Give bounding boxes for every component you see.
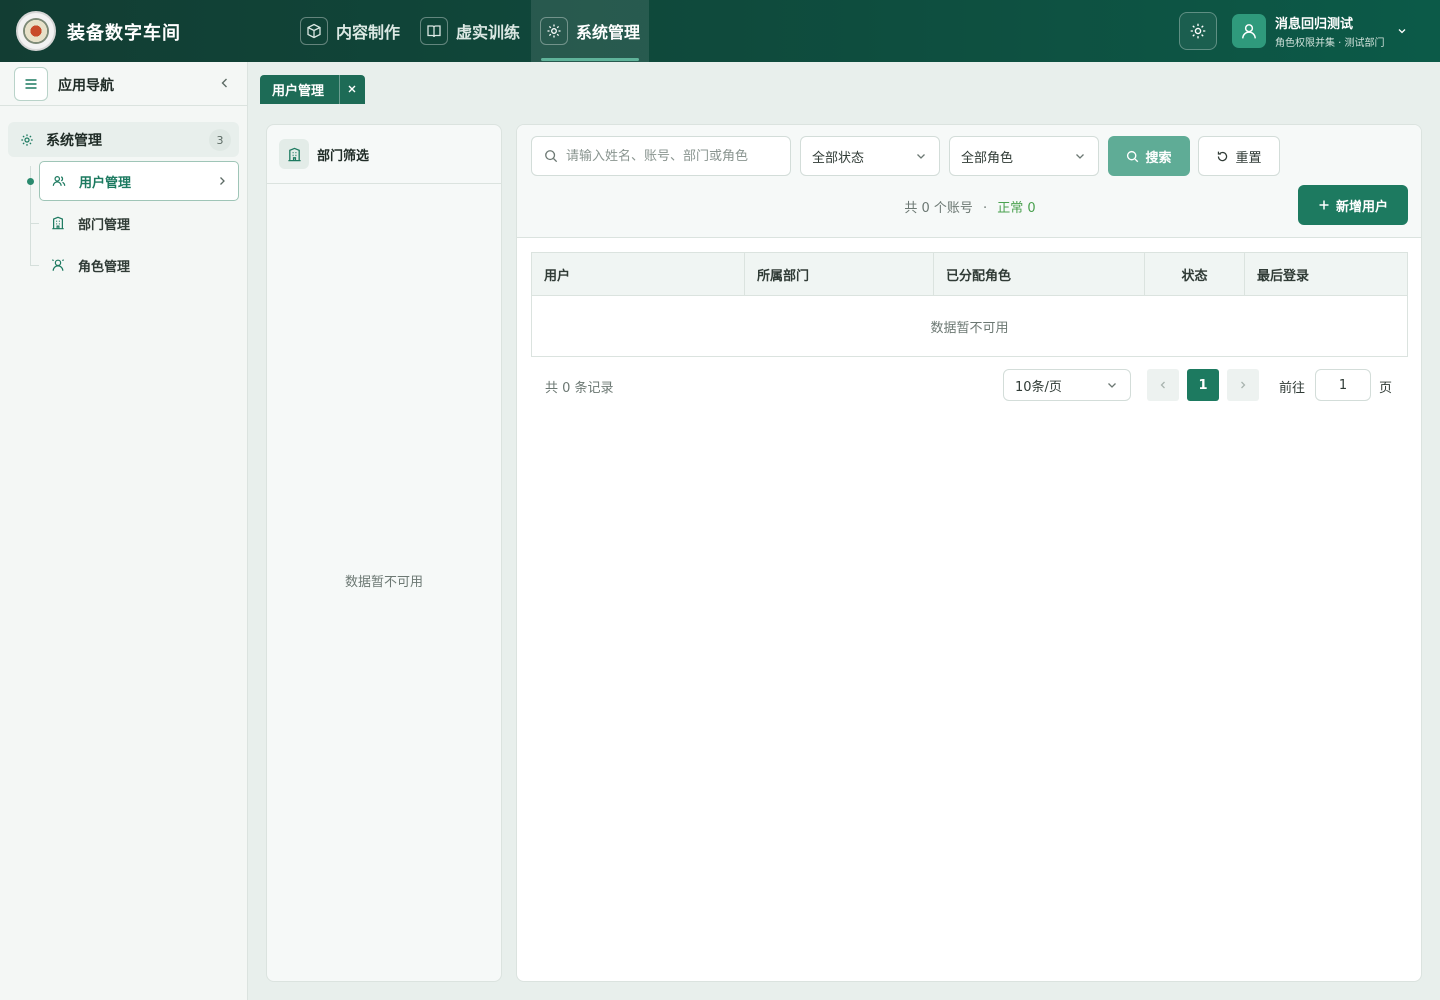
record-total: 共 0 条记录: [545, 381, 614, 396]
sidebar-item-role-management[interactable]: 角色管理: [39, 245, 239, 285]
account-total: 共 0 个账号: [904, 201, 973, 216]
top-bar: 装备数字车间 内容制作 虚实训练 系统管理 消息回归测试 角色权限并集 · 测试…: [0, 0, 1440, 62]
prev-page-button[interactable]: [1147, 369, 1179, 401]
department-filter-title: 部门筛选: [317, 148, 370, 164]
settings-button[interactable]: [1179, 12, 1217, 50]
logo: [16, 11, 56, 51]
column-header-user[interactable]: 用户: [532, 253, 745, 295]
table-empty-text: 数据暂不可用: [930, 320, 1009, 336]
add-user-button[interactable]: 新增用户: [1298, 185, 1408, 225]
collapse-sidebar-button[interactable]: [218, 76, 232, 94]
filter-bar: 全部状态 全部角色 搜索 重置 共 0 个账号 · 正常 0 新增用户: [517, 125, 1421, 238]
page-suffix: 页: [1379, 381, 1393, 396]
tree-branch: [31, 223, 39, 224]
gear-icon: [540, 17, 568, 45]
sidebar-group-label: 系统管理: [46, 132, 102, 149]
sidebar-item-label: 角色管理: [78, 259, 131, 275]
sidebar-item-user-management[interactable]: 用户管理: [39, 161, 239, 201]
sidebar: 应用导航 系统管理 3 用户管理 部门管理 角色管理: [0, 62, 248, 1000]
nav-label: 虚实训练: [456, 23, 521, 42]
chevron-left-icon: [1160, 381, 1165, 389]
sidebar-item-label: 部门管理: [78, 217, 131, 233]
chevron-down-icon: [1108, 383, 1116, 388]
chevron-left-icon: [221, 78, 227, 88]
sidebar-item-label: 用户管理: [79, 175, 132, 191]
column-header-roles[interactable]: 已分配角色: [934, 253, 1145, 295]
gear-icon: [1190, 23, 1206, 39]
user-table: 用户 所属部门 已分配角色 状态 最后登录 数据暂不可用: [531, 252, 1408, 357]
department-filter-panel: 部门筛选 数据暂不可用: [266, 124, 502, 982]
building-icon: [279, 139, 309, 169]
chevron-right-icon: [220, 177, 225, 185]
page-number-current[interactable]: 1: [1187, 369, 1219, 401]
search-icon: [1127, 150, 1139, 162]
chevron-right-icon: [1241, 381, 1246, 389]
users-icon: [52, 176, 66, 186]
nav-system-management[interactable]: 系统管理: [531, 0, 649, 62]
tree-branch: [31, 265, 39, 266]
department-empty-text: 数据暂不可用: [344, 575, 423, 590]
column-header-department[interactable]: 所属部门: [745, 253, 934, 295]
cube-icon: [300, 17, 328, 45]
chevron-down-icon: [1076, 154, 1084, 159]
add-user-label: 新增用户: [1335, 199, 1388, 215]
pagination: 共 0 条记录 10条/页 1 前往 页: [517, 369, 1421, 403]
reset-button-label: 重置: [1235, 150, 1262, 166]
role-select-value: 全部角色: [961, 150, 1014, 166]
chevron-down-icon: [917, 154, 925, 159]
user-subtitle: 角色权限并集 · 测试部门: [1275, 38, 1385, 49]
search-input[interactable]: [566, 148, 776, 164]
menu-icon: [25, 79, 37, 89]
avatar: [1232, 14, 1266, 48]
sidebar-title: 应用导航: [58, 78, 114, 94]
tree-dot: [27, 178, 34, 185]
goto-label: 前往: [1279, 381, 1306, 396]
refresh-icon: [1218, 151, 1228, 161]
chevron-down-icon: [1398, 29, 1406, 34]
sidebar-group-count: 3: [209, 129, 231, 151]
status-select[interactable]: 全部状态: [800, 136, 940, 176]
reset-button[interactable]: 重置: [1198, 136, 1280, 176]
nav-label: 内容制作: [336, 23, 401, 42]
close-icon: [348, 85, 356, 93]
building-icon: [52, 216, 64, 230]
summary-separator: ·: [983, 201, 988, 216]
sidebar-group-system[interactable]: 系统管理 3: [8, 122, 239, 157]
tab-user-management[interactable]: 用户管理: [260, 75, 365, 104]
plus-icon: [1319, 200, 1329, 210]
next-page-button[interactable]: [1227, 369, 1259, 401]
user-name: 消息回归测试: [1275, 17, 1354, 32]
page-size-value: 10条/页: [1015, 379, 1062, 395]
column-header-status[interactable]: 状态: [1145, 253, 1245, 295]
search-box[interactable]: [531, 136, 791, 176]
nav-content-production[interactable]: 内容制作: [300, 0, 400, 62]
book-icon: [420, 17, 448, 45]
role-select[interactable]: 全部角色: [949, 136, 1099, 176]
account-summary: 共 0 个账号 · 正常 0: [517, 197, 1421, 216]
tab-close-button[interactable]: [346, 83, 358, 99]
user-menu[interactable]: 消息回归测试 角色权限并集 · 测试部门: [1232, 13, 1407, 49]
goto-page-input[interactable]: [1315, 369, 1371, 401]
search-button-label: 搜索: [1145, 150, 1172, 166]
nav-virtual-training[interactable]: 虚实训练: [420, 0, 520, 62]
tab-label: 用户管理: [272, 84, 325, 99]
status-select-value: 全部状态: [812, 150, 865, 166]
search-icon: [545, 150, 558, 163]
user-icon: [1242, 24, 1256, 39]
menu-toggle-button[interactable]: [14, 67, 48, 101]
table-header: 用户 所属部门 已分配角色 状态 最后登录: [532, 253, 1407, 296]
sidebar-item-department-management[interactable]: 部门管理: [39, 203, 239, 243]
gear-icon: [21, 133, 33, 146]
page-size-select[interactable]: 10条/页: [1003, 369, 1131, 401]
user-list-panel: 全部状态 全部角色 搜索 重置 共 0 个账号 · 正常 0 新增用户 用户 所…: [516, 124, 1422, 982]
account-normal-count: 正常 0: [997, 201, 1036, 216]
search-button[interactable]: 搜索: [1108, 136, 1190, 176]
role-icon: [51, 259, 65, 271]
app-title: 装备数字车间: [67, 23, 181, 44]
column-header-last-login[interactable]: 最后登录: [1245, 253, 1407, 295]
nav-label: 系统管理: [576, 23, 641, 42]
